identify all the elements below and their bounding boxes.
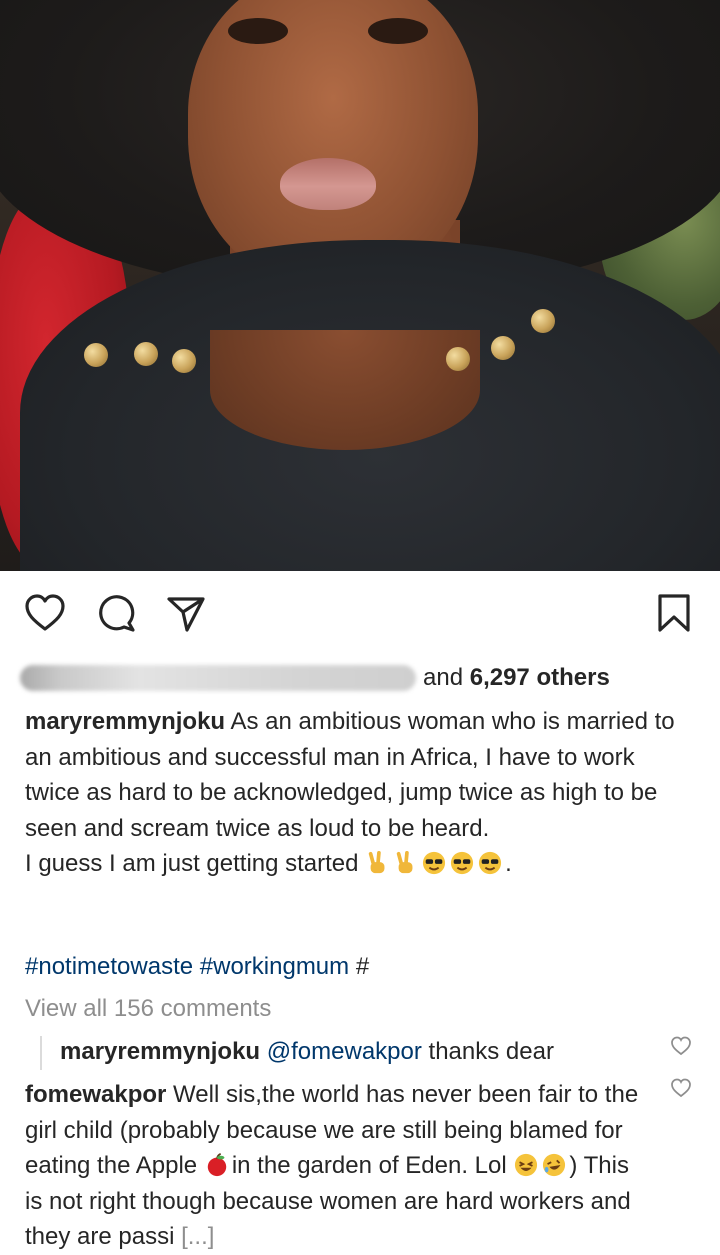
shirt-button xyxy=(531,309,555,333)
victory-hand-emoji xyxy=(368,851,385,874)
caption-username[interactable]: maryremmynjoku xyxy=(25,708,225,735)
photo-lips xyxy=(280,158,376,210)
photo-eye-right xyxy=(368,18,428,44)
comment-reply: maryremmynjoku @fomewakpor thanks dear xyxy=(40,1036,554,1070)
laughing-emoji xyxy=(515,1153,538,1177)
sunglasses-emoji xyxy=(451,851,474,875)
shirt-button xyxy=(446,347,470,371)
comment-like-icon[interactable] xyxy=(670,1078,692,1103)
comment-username[interactable]: fomewakpor xyxy=(25,1081,166,1108)
shirt-button xyxy=(84,343,108,367)
post-caption: maryremmynjoku As an ambitious woman who… xyxy=(25,704,695,882)
post-photo[interactable] xyxy=(0,0,720,571)
hashtag-workingmum[interactable]: #workingmum xyxy=(200,953,349,980)
blurred-likers xyxy=(20,665,416,691)
heart-icon[interactable] xyxy=(24,593,66,633)
shirt-button xyxy=(491,336,515,360)
hashtag-notimetowaste[interactable]: #notimetowaste xyxy=(25,953,193,980)
share-icon[interactable] xyxy=(166,595,206,633)
victory-hand-emoji xyxy=(396,851,413,874)
comment-icon[interactable] xyxy=(96,593,138,633)
rofl-emoji xyxy=(543,1153,566,1177)
comment-more-link[interactable]: [...] xyxy=(181,1223,214,1250)
hashtag-hash: # xyxy=(355,953,370,980)
caption-line2: I guess I am just getting started xyxy=(25,850,366,877)
bookmark-icon[interactable] xyxy=(657,593,691,633)
sunglasses-emoji xyxy=(423,851,446,875)
caption-hashtags: #notimetowaste #workingmum # xyxy=(25,953,369,981)
comment-like-icon[interactable] xyxy=(670,1036,692,1061)
likes-count[interactable]: and 6,297 others xyxy=(423,664,610,692)
reply-username[interactable]: maryremmynjoku xyxy=(60,1038,260,1065)
likes-row[interactable]: and 6,297 others xyxy=(0,655,720,701)
shirt-button xyxy=(134,342,158,366)
view-all-comments-link[interactable]: View all 156 comments xyxy=(25,995,271,1023)
comment-text-part2: in the garden of Eden. Lol xyxy=(231,1152,514,1179)
post-actions-bar xyxy=(0,571,720,655)
comment: fomewakpor Well sis,the world has never … xyxy=(25,1077,645,1255)
sunglasses-emoji xyxy=(479,851,502,875)
photo-eye-left xyxy=(228,18,288,44)
caption-line2-end: . xyxy=(505,850,512,877)
reply-text: thanks dear xyxy=(421,1038,554,1065)
shirt-button xyxy=(172,349,196,373)
photo-neckline xyxy=(210,330,480,450)
red-apple-emoji xyxy=(207,1153,227,1177)
reply-mention[interactable]: @fomewakpor xyxy=(267,1038,422,1065)
